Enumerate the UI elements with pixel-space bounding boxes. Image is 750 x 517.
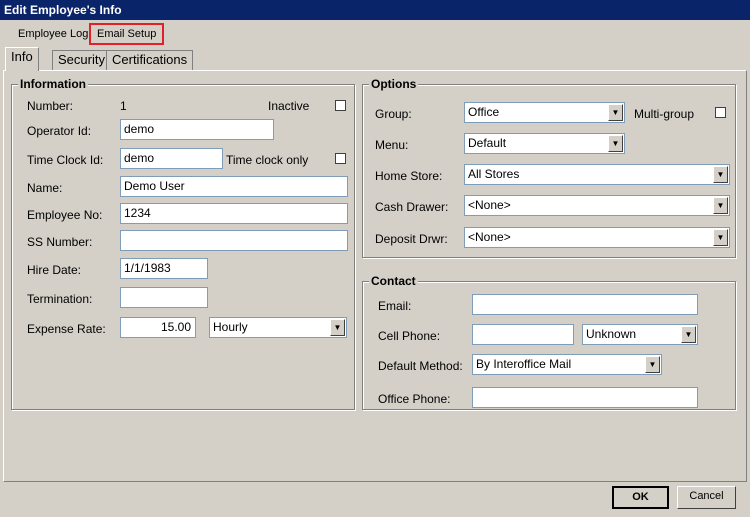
tab-info[interactable]: Info [5, 47, 39, 71]
menu-value: Default [468, 136, 507, 150]
hire-date-label: Hire Date: [27, 263, 82, 277]
cash-drawer-select[interactable]: <None> ▼ [464, 195, 730, 216]
number-value: 1 [120, 99, 127, 113]
inactive-label: Inactive [268, 99, 310, 113]
chevron-down-icon[interactable]: ▼ [713, 229, 728, 246]
employee-no-label: Employee No: [27, 208, 103, 222]
ok-button[interactable]: OK [612, 486, 669, 509]
name-input[interactable]: Demo User [120, 176, 348, 197]
chevron-down-icon[interactable]: ▼ [608, 104, 623, 121]
group-label: Group: [375, 107, 412, 121]
expense-rate-unit-value: Hourly [213, 320, 248, 334]
window-title: Edit Employee's Info [0, 0, 750, 20]
termination-label: Termination: [27, 292, 93, 306]
chevron-down-icon[interactable]: ▼ [713, 166, 728, 183]
group-value: Office [468, 105, 500, 119]
time-clock-id-input[interactable]: demo [120, 148, 223, 169]
deposit-drwr-label: Deposit Drwr: [375, 232, 448, 246]
menu-label: Menu: [375, 138, 409, 152]
employee-log-button[interactable]: Employee Log [12, 23, 94, 45]
cell-phone-label: Cell Phone: [378, 329, 441, 343]
deposit-drwr-value: <None> [468, 230, 511, 244]
cell-phone-input[interactable] [472, 324, 574, 345]
ss-number-input[interactable] [120, 230, 348, 251]
contact-title: Contact [369, 274, 418, 288]
chevron-down-icon[interactable]: ▼ [681, 326, 696, 343]
time-clock-id-label: Time Clock Id: [27, 153, 104, 167]
default-method-value: By Interoffice Mail [476, 357, 572, 371]
deposit-drwr-select[interactable]: <None> ▼ [464, 227, 730, 248]
operator-id-label: Operator Id: [27, 124, 92, 138]
chevron-down-icon[interactable]: ▼ [608, 135, 623, 152]
office-phone-label: Office Phone: [378, 392, 451, 406]
email-setup-button[interactable]: Email Setup [89, 23, 165, 45]
menu-select[interactable]: Default ▼ [464, 133, 625, 154]
chevron-down-icon[interactable]: ▼ [645, 356, 660, 373]
home-store-label: Home Store: [375, 169, 443, 183]
expense-rate-unit-select[interactable]: Hourly ▼ [209, 317, 347, 338]
home-store-select[interactable]: All Stores ▼ [464, 164, 730, 185]
chevron-down-icon[interactable]: ▼ [713, 197, 728, 214]
office-phone-input[interactable] [472, 387, 698, 408]
email-label: Email: [378, 299, 412, 313]
time-clock-only-label: Time clock only [226, 153, 309, 167]
cash-drawer-value: <None> [468, 198, 511, 212]
multi-group-label: Multi-group [634, 107, 695, 121]
home-store-value: All Stores [468, 167, 520, 181]
carrier-select[interactable]: Unknown ▼ [582, 324, 698, 345]
cash-drawer-label: Cash Drawer: [375, 200, 449, 214]
options-title: Options [369, 77, 419, 91]
default-method-select[interactable]: By Interoffice Mail ▼ [472, 354, 662, 375]
tab-certifications[interactable]: Certifications [106, 50, 194, 70]
ok-button-label: OK [632, 491, 649, 503]
tab-security[interactable]: Security [52, 50, 111, 70]
carrier-value: Unknown [586, 327, 637, 341]
expense-rate-label: Expense Rate: [27, 322, 106, 336]
multi-group-checkbox[interactable] [715, 107, 726, 118]
hire-date-input[interactable]: 1/1/1983 [120, 258, 208, 279]
toolbar: Employee Log Email Setup [0, 20, 750, 47]
chevron-down-icon[interactable]: ▼ [330, 319, 345, 336]
expense-rate-input[interactable]: 15.00 [120, 317, 196, 338]
cancel-button[interactable]: Cancel [677, 486, 736, 509]
time-clock-only-checkbox[interactable] [335, 153, 346, 164]
information-title: Information [18, 77, 88, 91]
number-label: Number: [27, 99, 74, 113]
employee-no-input[interactable]: 1234 [120, 203, 348, 224]
group-select[interactable]: Office ▼ [464, 102, 625, 123]
default-method-label: Default Method: [378, 359, 463, 373]
name-label: Name: [27, 181, 63, 195]
termination-input[interactable] [120, 287, 208, 308]
operator-id-input[interactable]: demo [120, 119, 274, 140]
inactive-checkbox[interactable] [335, 100, 346, 111]
ss-number-label: SS Number: [27, 235, 93, 249]
email-input[interactable] [472, 294, 698, 315]
tab-strip: Info Security Certifications [0, 47, 750, 71]
